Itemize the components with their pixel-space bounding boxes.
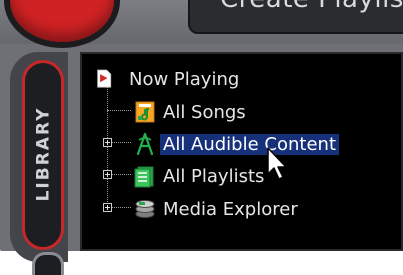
tree-item-label: Media Explorer: [163, 198, 298, 220]
tree-connector: [107, 110, 131, 111]
tree-item-label: All Songs: [163, 101, 246, 123]
media-explorer-icon: [135, 200, 155, 218]
tree-item-label: All Playlists: [163, 165, 265, 187]
expand-toggle-playlists[interactable]: [103, 170, 112, 179]
create-playlist-label: Create Playlist: [220, 0, 403, 14]
tree-item-label: All Audible Content: [160, 133, 339, 155]
app-window: Create Playlist LIBRARY Now Playing: [0, 0, 403, 275]
tree-item-all-playlists[interactable]: All Playlists: [134, 163, 267, 189]
playlist-icon: [134, 166, 154, 188]
tree-item-all-audible-content[interactable]: All Audible Content: [134, 131, 339, 157]
tree-connector: [112, 142, 131, 143]
tree-item-now-playing[interactable]: Now Playing: [96, 66, 242, 92]
lower-tab-button[interactable]: [32, 252, 64, 275]
tree-connector: [112, 174, 131, 175]
library-tree-panel[interactable]: Now Playing All Songs All Audible Conten…: [80, 52, 403, 251]
library-tab-label: LIBRARY: [33, 106, 53, 202]
mouse-cursor-icon: [267, 147, 287, 180]
tree-item-all-songs[interactable]: All Songs: [134, 99, 249, 125]
expand-toggle-audible[interactable]: [103, 138, 112, 147]
tree-connector: [112, 207, 131, 208]
music-note-icon: [135, 101, 155, 123]
tree-item-media-explorer[interactable]: Media Explorer: [134, 196, 301, 222]
audible-icon: [136, 132, 154, 156]
now-playing-icon: [97, 69, 112, 88]
library-tab-text: LIBRARY: [22, 62, 64, 246]
create-playlist-button[interactable]: Create Playlist: [188, 0, 403, 34]
expand-toggle-media-explorer[interactable]: [103, 203, 112, 212]
tree-item-label: Now Playing: [129, 68, 240, 90]
